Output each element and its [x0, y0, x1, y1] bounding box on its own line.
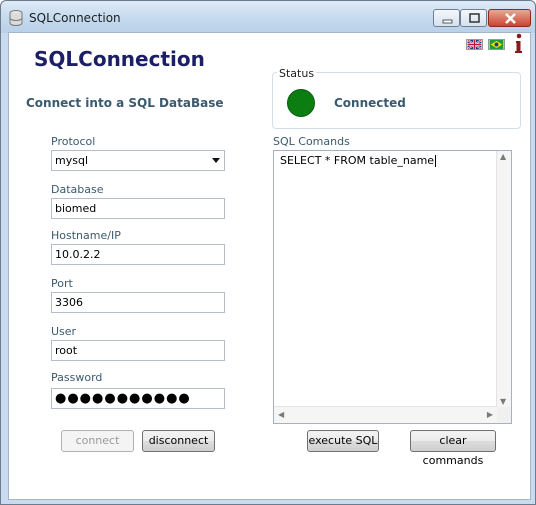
disconnect-button[interactable]: disconnect — [142, 430, 215, 452]
status-text: Connected — [334, 96, 406, 110]
chevron-down-icon — [212, 158, 220, 163]
hostname-label: Hostname/IP — [51, 229, 121, 242]
sql-commands-textarea[interactable]: SELECT * FROM table_name ▲ ▼ ◀ ▶ — [273, 150, 512, 424]
status-legend: Status — [277, 67, 317, 80]
sql-commands-label: SQL Comands — [273, 135, 350, 148]
close-icon — [505, 13, 516, 24]
maximize-button[interactable] — [460, 9, 487, 27]
password-label: Password — [51, 371, 103, 384]
subtitle: Connect into a SQL DataBase — [26, 96, 224, 110]
close-button[interactable] — [488, 9, 531, 27]
minimize-button[interactable] — [433, 9, 460, 27]
window-title: SQLConnection — [29, 11, 121, 25]
port-label: Port — [51, 277, 73, 290]
status-indicator-icon — [287, 89, 315, 117]
scrollbar-corner — [497, 407, 511, 423]
password-field[interactable]: ●●●●●●●●●●● — [51, 388, 225, 409]
scroll-down-icon[interactable]: ▼ — [500, 397, 506, 406]
database-icon — [9, 10, 23, 26]
app-title: SQLConnection — [34, 47, 205, 71]
user-label: User — [51, 325, 77, 338]
protocol-select[interactable]: mysql — [51, 150, 225, 171]
app-window: SQLConnection SQLConnection Connect into… — [0, 0, 536, 505]
info-icon[interactable] — [511, 33, 525, 55]
sql-text: SELECT * FROM table_name — [280, 154, 437, 167]
brazil-flag-icon[interactable] — [488, 39, 505, 50]
hostname-field[interactable]: 10.0.2.2 — [51, 244, 225, 265]
scroll-right-icon[interactable]: ▶ — [487, 410, 493, 419]
maximize-icon — [469, 13, 480, 23]
text-caret — [435, 155, 437, 167]
scroll-up-icon[interactable]: ▲ — [500, 152, 506, 161]
horizontal-scrollbar[interactable]: ◀ ▶ — [274, 406, 497, 423]
title-bar[interactable]: SQLConnection — [1, 1, 535, 33]
vertical-scrollbar[interactable]: ▲ ▼ — [496, 151, 511, 407]
database-field[interactable]: biomed — [51, 198, 225, 219]
port-field[interactable]: 3306 — [51, 292, 225, 313]
protocol-label: Protocol — [51, 135, 96, 148]
uk-flag-icon[interactable] — [466, 39, 483, 50]
user-field[interactable]: root — [51, 340, 225, 361]
execute-sql-button[interactable]: execute SQL — [307, 430, 379, 452]
connect-button[interactable]: connect — [61, 430, 134, 452]
database-label: Database — [51, 183, 104, 196]
scroll-left-icon[interactable]: ◀ — [278, 410, 284, 419]
minimize-icon — [442, 19, 453, 24]
clear-commands-button[interactable]: clear commands — [410, 430, 496, 467]
main-panel: SQLConnection Connect into a SQL DataBas… — [8, 32, 531, 500]
protocol-value: mysql — [55, 154, 88, 167]
